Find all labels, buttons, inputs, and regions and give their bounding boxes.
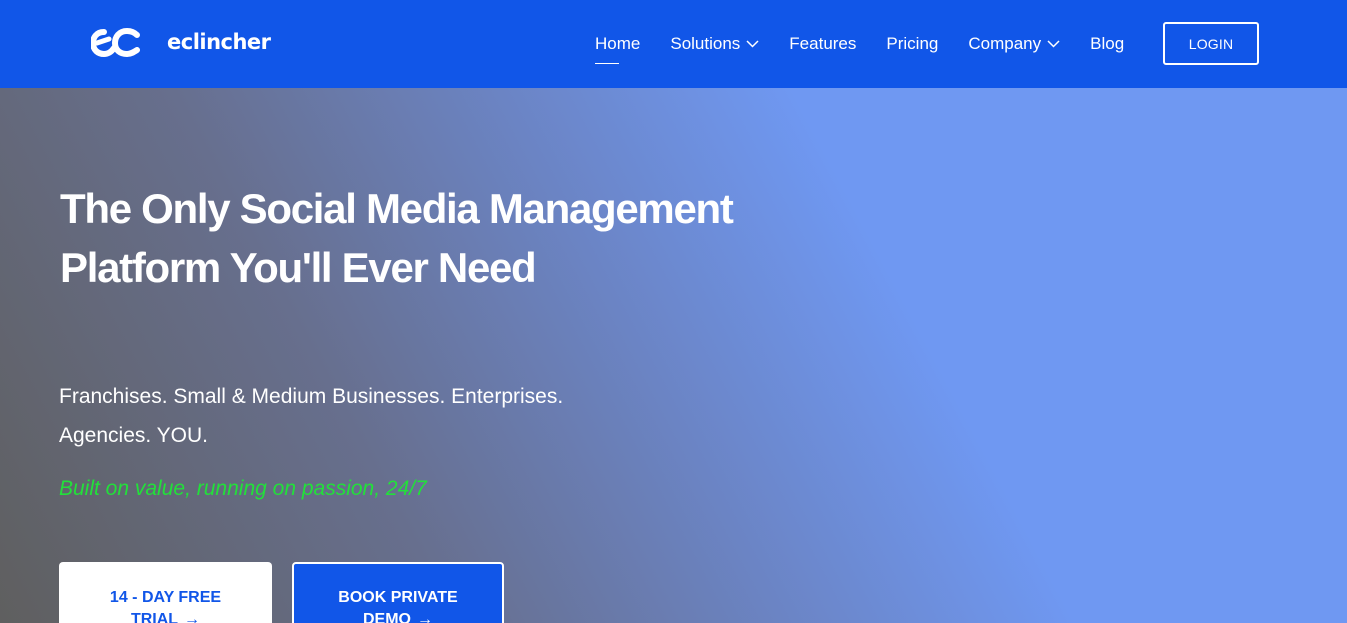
nav-item-solutions[interactable]: Solutions [670,34,759,54]
nav-item-label: Pricing [886,34,939,53]
nav-item-blog[interactable]: Blog [1090,34,1124,54]
book-demo-button-label: BOOK PRIVATE DEMO [338,589,458,623]
chevron-down-icon [1047,40,1060,48]
free-trial-button[interactable]: 14 - DAY FREE TRIAL → [59,562,272,623]
nav-item-label: Home [595,34,641,53]
arrow-right-icon: → [417,611,433,623]
eclincher-logo-mark-icon [91,27,140,58]
nav-item-company[interactable]: Company [968,34,1060,54]
arrow-right-icon: → [184,611,201,623]
free-trial-button-content: 14 - DAY FREE TRIAL → [96,587,236,623]
main-nav: Home Solutions Features Pricing Company … [595,0,1154,88]
brand-name: eclincher [167,30,271,54]
nav-item-label: Solutions [670,34,741,53]
hero-section: The Only Social Media Management Platfor… [0,88,1347,623]
hero-title: The Only Social Media Management Platfor… [60,185,734,291]
nav-item-label: Company [968,34,1042,53]
nav-item-features[interactable]: Features [789,34,856,54]
login-button[interactable]: LOGIN [1163,22,1259,65]
chevron-down-icon [746,40,759,48]
hero-subtitle: Franchises. Small & Medium Businesses. E… [59,385,564,447]
free-trial-button-label: 14 - DAY FREE TRIAL [109,589,222,623]
book-demo-button-content: BOOK PRIVATE DEMO → [328,587,468,623]
nav-item-label: Features [789,34,857,53]
nav-item-label: Blog [1090,34,1125,53]
nav-item-pricing[interactable]: Pricing [886,34,938,54]
nav-item-home[interactable]: Home [595,34,641,64]
brand-logo[interactable]: eclincher [91,26,271,58]
book-demo-button[interactable]: BOOK PRIVATE DEMO → [292,562,504,623]
hero-tagline: Built on value, running on passion, 24/7 [59,477,427,500]
top-navbar: eclincher Home Solutions Features Pricin… [0,0,1347,88]
